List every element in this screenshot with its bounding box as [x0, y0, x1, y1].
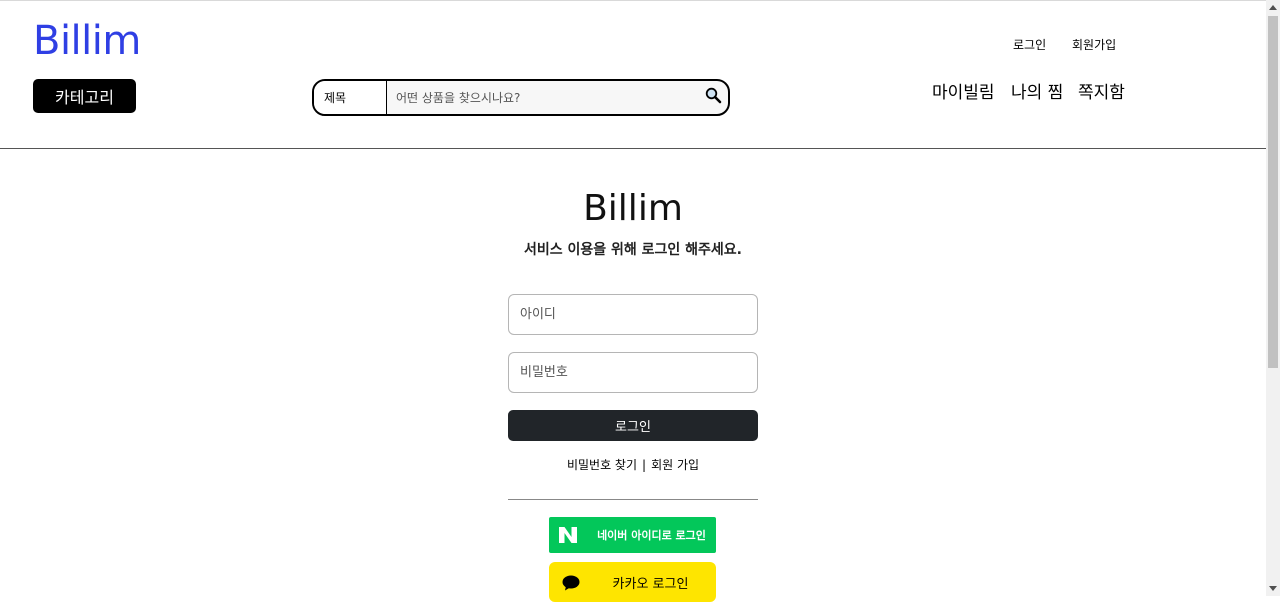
id-input[interactable]: [508, 294, 758, 335]
header-divider: [0, 148, 1266, 149]
login-button[interactable]: 로그인: [508, 410, 758, 441]
vertical-scrollbar[interactable]: [1266, 0, 1280, 596]
nav-my-billim[interactable]: 마이빌림: [932, 78, 995, 103]
search-input[interactable]: [387, 81, 698, 114]
scroll-down-arrow-icon[interactable]: [1269, 586, 1277, 591]
scroll-up-arrow-icon[interactable]: [1269, 5, 1277, 10]
signup-link[interactable]: 회원 가입: [651, 458, 699, 472]
find-password-link[interactable]: 비밀번호 찾기: [567, 458, 637, 472]
kakao-login-label: 카카오 로그인: [612, 576, 689, 592]
link-separator: |: [642, 458, 647, 472]
kakao-login-button[interactable]: 카카오 로그인: [549, 562, 716, 602]
password-input[interactable]: [508, 352, 758, 393]
header-login-link[interactable]: 로그인: [1013, 36, 1046, 53]
auxiliary-links: 비밀번호 찾기 | 회원 가입: [508, 456, 758, 473]
naver-n-icon: [559, 527, 577, 543]
nav-messages[interactable]: 쪽지함: [1078, 78, 1125, 103]
login-subtitle: 서비스 이용을 위해 로그인 해주세요.: [523, 242, 742, 258]
search-type-select[interactable]: 제목: [314, 81, 387, 114]
top-border: [0, 0, 1266, 1]
social-divider: [508, 499, 758, 500]
search-button[interactable]: [698, 81, 728, 114]
naver-login-button[interactable]: 네이버 아이디로 로그인: [549, 517, 716, 553]
search-bar: 제목: [312, 79, 730, 116]
search-icon: [705, 87, 722, 108]
header-signup-link[interactable]: 회원가입: [1072, 36, 1116, 53]
nav-my-wishlist[interactable]: 나의 찜: [1011, 78, 1063, 103]
scrollbar-thumb[interactable]: [1268, 16, 1278, 368]
speech-bubble-icon: [562, 575, 580, 591]
login-title: Billim: [583, 188, 683, 229]
naver-login-label: 네이버 아이디로 로그인: [597, 529, 706, 542]
category-button[interactable]: 카테고리: [33, 79, 136, 113]
site-logo[interactable]: Billim: [33, 18, 141, 64]
